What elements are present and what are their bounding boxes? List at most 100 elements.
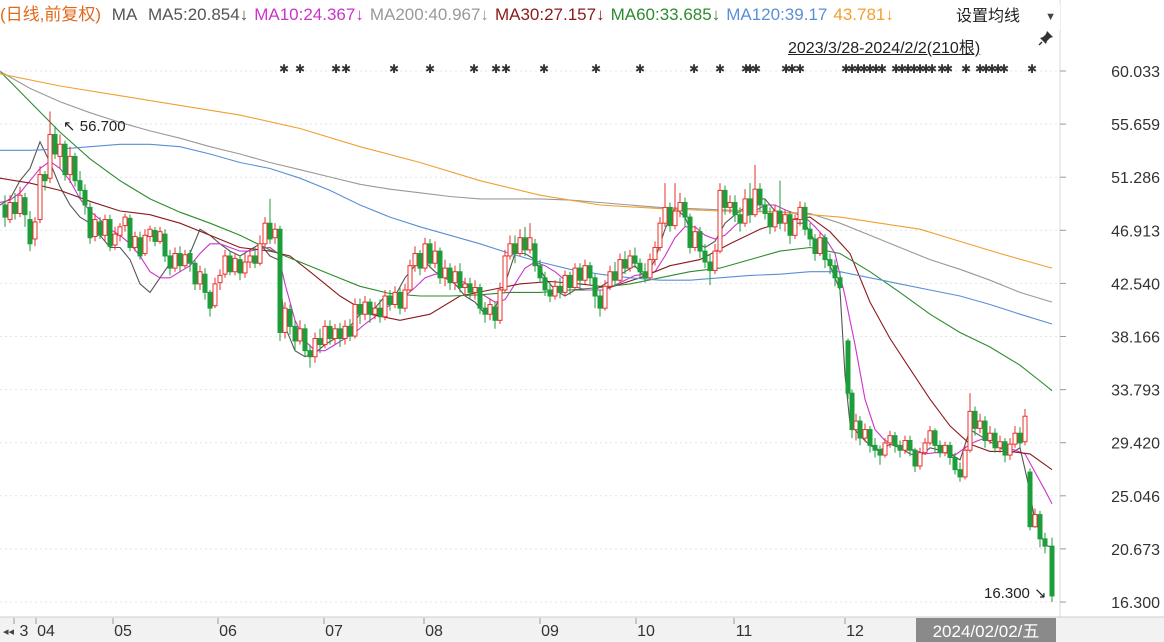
signal-markers: ✱ ✱ ✱ ✱ ✱ ✱ ✱ ✱ ✱ ✱ ✱ ✱ ✱ ✱ ✱✱✱ ✱✱✱ ✱✱✱✱✱✱✱ ✱✱✱✱✱✱✱ ✱✱ ✱ ✱✱✱… <box>279 62 1037 76</box>
signal-marker: ✱ <box>715 62 725 76</box>
candle <box>662 183 668 227</box>
candle-body <box>717 189 723 252</box>
scroll-left-icon: ◂◂ <box>3 626 15 638</box>
candle <box>167 249 173 276</box>
candle-body <box>877 449 883 456</box>
x-tick-label: 3 <box>20 623 29 640</box>
candle-body <box>217 274 223 284</box>
candle-body <box>1042 538 1048 547</box>
legend-item: MA10:24.367↓ <box>254 5 364 24</box>
candle-body <box>1049 545 1055 597</box>
candle-body <box>382 295 388 318</box>
candle-body <box>267 222 273 240</box>
candle <box>762 198 768 220</box>
candle-body <box>67 155 73 176</box>
signal-marker: ✱ <box>1027 62 1037 76</box>
candle-body <box>352 304 358 337</box>
candle-body <box>667 206 673 227</box>
candle <box>347 319 353 341</box>
candle-body <box>942 444 948 454</box>
candle-body <box>197 271 203 285</box>
candle-body <box>732 202 738 216</box>
legend-item: MA5:20.854↓ <box>148 5 249 24</box>
candle-body <box>32 221 38 240</box>
candle <box>202 268 208 300</box>
candle-body <box>612 271 618 281</box>
candle-body <box>992 432 998 449</box>
x-tick-label: 05 <box>114 623 132 640</box>
candle-body <box>767 212 773 228</box>
candle-body <box>367 301 373 315</box>
candle-body <box>277 228 283 333</box>
candle-body <box>237 259 243 274</box>
candle-body <box>862 429 868 439</box>
candle-body <box>697 231 703 252</box>
candle <box>297 320 303 345</box>
candle <box>307 344 313 368</box>
candle-body <box>747 198 753 216</box>
candle-body <box>587 265 593 279</box>
candle-body <box>882 442 888 456</box>
candle-body <box>377 307 383 318</box>
candle-body <box>672 210 678 227</box>
candle <box>192 259 198 290</box>
candle <box>922 438 928 456</box>
candle-body <box>302 328 308 352</box>
candle <box>417 249 423 276</box>
candle <box>497 282 503 324</box>
candle-body <box>557 285 563 293</box>
candle-body <box>72 155 78 182</box>
candle <box>262 217 268 248</box>
signal-marker: ✱ <box>999 62 1009 76</box>
y-tick-label: 20.673 <box>1111 542 1160 559</box>
candle <box>667 202 673 232</box>
candle <box>853 413 859 441</box>
candle-body <box>757 188 763 206</box>
candlestick-chart[interactable]: ✱ ✱ ✱ ✱ ✱ ✱ ✱ ✱ ✱ ✱ ✱ ✱ ✱ ✱ ✱✱✱ ✱✱✱ ✱✱✱✱✱✱✱ ✱✱✱✱✱✱✱ ✱✱ ✱ ✱✱✱… <box>0 0 1164 642</box>
candle-body <box>477 287 483 309</box>
candle <box>697 226 703 259</box>
settings-ma-button[interactable]: 设置均线 ▼ <box>950 4 1060 30</box>
candle-body <box>1002 441 1008 456</box>
candle-body <box>162 233 168 257</box>
candle <box>127 214 133 252</box>
candle <box>337 322 343 348</box>
candle <box>997 435 1003 453</box>
candle-body <box>397 291 403 309</box>
candle-body <box>642 271 648 279</box>
candle <box>237 255 243 281</box>
candle <box>957 462 963 482</box>
candle <box>1022 408 1028 446</box>
candle <box>342 320 348 345</box>
candle-body <box>212 283 218 307</box>
candle <box>27 211 33 252</box>
candle <box>92 213 98 242</box>
candle-body <box>687 216 693 248</box>
candle-body <box>542 277 548 291</box>
candle-body <box>662 206 668 224</box>
candle <box>747 183 753 224</box>
candle-body <box>87 206 93 239</box>
candle <box>157 226 163 244</box>
candle-body <box>107 219 113 247</box>
candle <box>47 111 53 184</box>
candle-body <box>517 237 523 255</box>
candle-body <box>972 410 978 429</box>
pin-icon[interactable] <box>1038 30 1054 51</box>
candle <box>777 180 783 230</box>
date-range-label[interactable]: 2023/3/28-2024/2/2(210根) <box>788 34 980 58</box>
candle-body <box>307 350 313 358</box>
candle-body <box>797 206 803 221</box>
candle <box>372 302 378 320</box>
candle-body <box>917 452 923 467</box>
candle-body <box>137 237 143 257</box>
candle-body <box>112 233 118 246</box>
ma-line-ma60 <box>0 71 1053 392</box>
candle-body <box>507 243 513 257</box>
candle <box>692 225 698 252</box>
candle <box>807 223 813 247</box>
candle-body <box>232 257 238 273</box>
candle <box>822 234 828 269</box>
legend-item: MA30:27.157↓ <box>494 5 605 24</box>
candle <box>1042 532 1048 554</box>
